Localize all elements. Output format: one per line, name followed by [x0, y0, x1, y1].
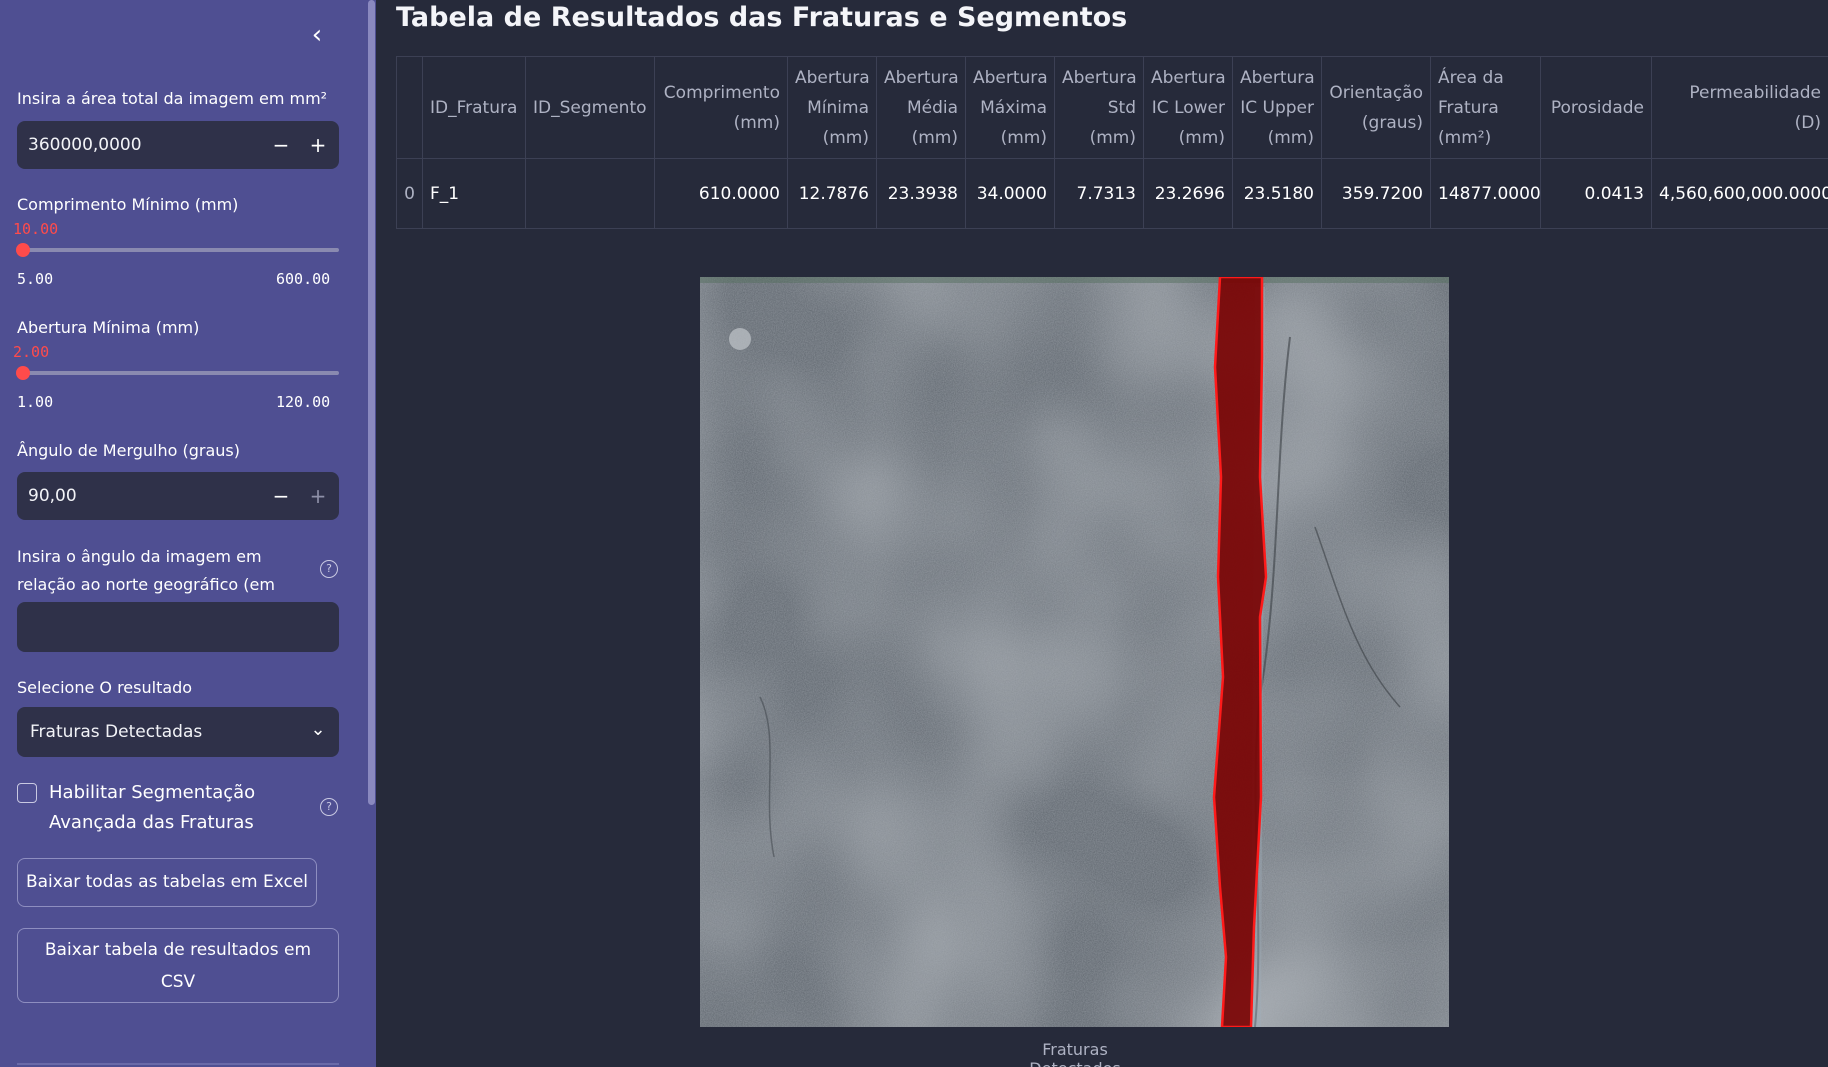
- download-csv-button[interactable]: Baixar tabela de resultados em CSV: [17, 928, 339, 1003]
- result-select-label: Selecione O resultado: [17, 678, 193, 697]
- column-header[interactable]: Abertura Máxima (mm): [965, 56, 1055, 159]
- chevron-down-icon: ⌄: [310, 719, 326, 740]
- table-cell[interactable]: 4,560,600,000.0000: [1651, 158, 1828, 229]
- min-opening-slider-track[interactable]: [20, 371, 339, 375]
- page-title: Tabela de Resultados das Fraturas e Segm…: [396, 2, 1128, 33]
- min-opening-value: 2.00: [13, 343, 50, 361]
- column-header[interactable]: Abertura IC Upper (mm): [1232, 56, 1322, 159]
- dip-angle-increment-button[interactable]: +: [302, 480, 334, 512]
- north-angle-help-icon[interactable]: ?: [320, 560, 338, 578]
- column-header[interactable]: Abertura Média (mm): [876, 56, 966, 159]
- table-cell[interactable]: 610.0000: [654, 158, 788, 229]
- table-cell[interactable]: 7.7313: [1054, 158, 1144, 229]
- min-length-min-tick: 5.00: [17, 270, 54, 288]
- table-header-row: ID_Fratura ID_Segmento Comprimento (mm) …: [396, 56, 1828, 159]
- area-decrement-button[interactable]: −: [265, 129, 297, 161]
- min-length-slider-track[interactable]: [20, 248, 339, 252]
- column-header[interactable]: ID_Fratura: [422, 56, 526, 159]
- area-number-input[interactable]: 360000,0000 − +: [17, 121, 339, 169]
- min-length-value: 10.00: [13, 220, 59, 238]
- table-cell[interactable]: 34.0000: [965, 158, 1055, 229]
- advanced-segmentation-label[interactable]: Habilitar Segmentação Avançada das Fratu…: [49, 778, 289, 838]
- column-header[interactable]: Porosidade: [1540, 56, 1652, 159]
- table-cell[interactable]: 0: [396, 158, 423, 229]
- column-header[interactable]: Abertura Std (mm): [1054, 56, 1144, 159]
- table-cell[interactable]: 23.3938: [876, 158, 966, 229]
- dip-angle-label: Ângulo de Mergulho (graus): [17, 441, 240, 460]
- results-table: ID_Fratura ID_Segmento Comprimento (mm) …: [396, 56, 1828, 229]
- column-header[interactable]: Permeabilidade (D): [1651, 56, 1828, 159]
- result-select[interactable]: Fraturas Detectadas ⌄: [17, 707, 339, 757]
- area-value[interactable]: 360000,0000: [28, 135, 142, 155]
- table-cell[interactable]: 23.2696: [1143, 158, 1233, 229]
- chevron-left-icon: ‹: [311, 20, 323, 50]
- advanced-segmentation-help-icon[interactable]: ?: [320, 798, 338, 816]
- dip-angle-decrement-button[interactable]: −: [265, 480, 297, 512]
- min-length-slider-thumb[interactable]: [15, 243, 30, 257]
- advanced-segmentation-checkbox[interactable]: [17, 783, 37, 803]
- rock-surface-image: [700, 277, 1449, 1027]
- table-cell[interactable]: 359.7200: [1321, 158, 1431, 229]
- min-opening-max-tick: 120.00: [276, 393, 331, 411]
- column-header[interactable]: ID_Segmento: [525, 56, 655, 159]
- dip-angle-number-input[interactable]: 90,00 − +: [17, 472, 339, 520]
- column-header[interactable]: Abertura Mínima (mm): [787, 56, 877, 159]
- table-cell[interactable]: F_1: [422, 158, 526, 229]
- collapse-sidebar-button[interactable]: ‹: [300, 18, 334, 52]
- min-opening-slider-thumb[interactable]: [15, 366, 30, 380]
- column-header[interactable]: [396, 56, 423, 159]
- column-header[interactable]: Orientação (graus): [1321, 56, 1431, 159]
- table-cell[interactable]: [525, 158, 655, 229]
- table-cell[interactable]: 14877.0000: [1430, 158, 1541, 229]
- fracture-detection-image: [700, 277, 1449, 1027]
- image-caption: Fraturas Detectados: [1029, 1040, 1120, 1067]
- column-header[interactable]: Área da Fratura (mm²): [1430, 56, 1541, 159]
- dip-angle-value[interactable]: 90,00: [28, 486, 77, 506]
- min-length-label: Comprimento Mínimo (mm): [17, 195, 239, 214]
- min-opening-min-tick: 1.00: [17, 393, 54, 411]
- area-increment-button[interactable]: +: [302, 129, 334, 161]
- sidebar-divider: [17, 1063, 339, 1065]
- min-length-max-tick: 600.00: [276, 270, 331, 288]
- table-row: 0 F_1 610.0000 12.7876 23.3938 34.0000 7…: [396, 158, 1828, 229]
- download-excel-button[interactable]: Baixar todas as tabelas em Excel: [17, 858, 317, 907]
- area-label: Insira a área total da imagem em mm²: [17, 89, 328, 108]
- min-opening-label: Abertura Mínima (mm): [17, 318, 200, 337]
- sidebar-scrollbar[interactable]: [368, 0, 375, 805]
- sidebar: ‹ Insira a área total da imagem em mm² 3…: [0, 0, 376, 1067]
- column-header[interactable]: Comprimento (mm): [654, 56, 788, 159]
- north-angle-input[interactable]: [17, 602, 339, 652]
- table-cell[interactable]: 23.5180: [1232, 158, 1322, 229]
- result-select-value: Fraturas Detectadas: [30, 722, 203, 742]
- table-cell[interactable]: 0.0413: [1540, 158, 1652, 229]
- table-cell[interactable]: 12.7876: [787, 158, 877, 229]
- column-header[interactable]: Abertura IC Lower (mm): [1143, 56, 1233, 159]
